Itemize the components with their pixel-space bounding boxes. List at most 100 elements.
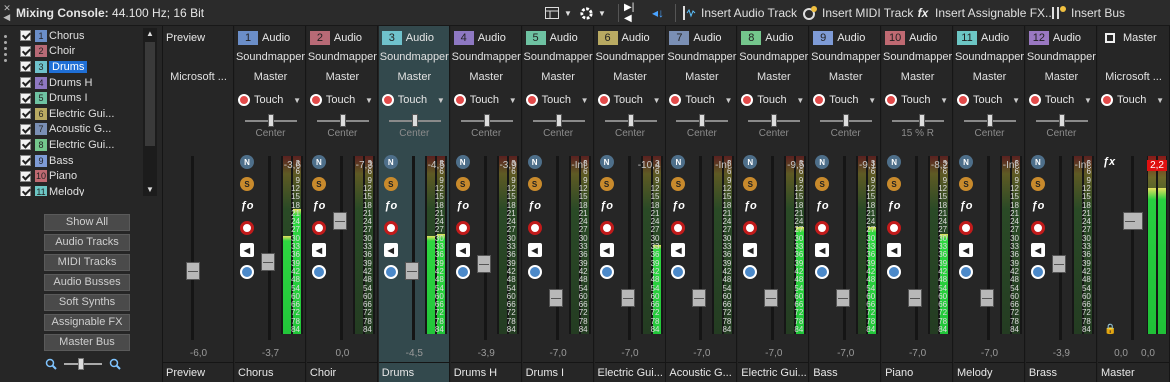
phase-icon[interactable] <box>527 265 542 279</box>
monitor-icon[interactable]: ◀ <box>527 243 542 257</box>
automation-mode[interactable]: Touch ▼ <box>669 92 735 108</box>
strip-header[interactable]: 10 Audio <box>885 30 951 45</box>
fader-handle[interactable] <box>980 289 994 307</box>
phase-icon[interactable] <box>743 265 758 279</box>
record-icon[interactable] <box>455 221 470 235</box>
record-icon[interactable] <box>1030 221 1045 235</box>
filter-button[interactable]: MIDI Tracks <box>44 254 130 271</box>
monitor-icon[interactable]: ◀ <box>959 243 973 257</box>
solo-icon[interactable]: S <box>599 177 614 191</box>
filter-button[interactable]: Show All <box>44 214 130 231</box>
output-selector[interactable]: Master <box>307 71 378 83</box>
fx-icon[interactable]: ƒo <box>600 199 614 213</box>
record-icon[interactable] <box>743 221 758 235</box>
automation-mode[interactable]: Touch ▼ <box>453 92 520 108</box>
fader-track[interactable] <box>915 156 919 340</box>
pan-slider[interactable] <box>388 114 441 127</box>
strip-header[interactable]: 5 Audio <box>525 30 592 45</box>
pan-slider[interactable] <box>1035 114 1088 127</box>
track-visible-checkbox[interactable] <box>20 186 31 196</box>
scroll-down-icon[interactable]: ▼ <box>143 184 157 196</box>
fader-handle[interactable] <box>1051 254 1066 273</box>
fx-icon[interactable]: ƒo <box>528 199 542 213</box>
pan-slider[interactable] <box>316 114 369 127</box>
fx-icon[interactable]: ƒo <box>384 199 398 213</box>
strip-name[interactable]: Electric Gui... <box>738 362 810 382</box>
strip-header[interactable]: 8 Audio <box>741 30 807 45</box>
output-selector[interactable]: Master <box>595 71 666 83</box>
fader-track[interactable] <box>339 156 343 340</box>
master-fader-handle[interactable] <box>1123 212 1143 230</box>
pan-slider[interactable] <box>532 114 585 127</box>
fader-track[interactable] <box>268 156 271 340</box>
solo-icon[interactable]: S <box>240 177 254 191</box>
output-selector[interactable]: Master <box>379 71 450 83</box>
solo-icon[interactable]: S <box>1030 177 1045 191</box>
input-selector[interactable]: Soundmapper <box>307 51 378 63</box>
input-selector[interactable]: Soundmapper <box>523 51 594 63</box>
monitor-icon[interactable]: ◀ <box>815 243 830 257</box>
strip-name[interactable]: Brass <box>1025 362 1097 382</box>
input-selector[interactable]: Soundmapper <box>882 51 953 63</box>
fx-icon[interactable]: ƒo <box>240 199 254 213</box>
settings-button[interactable]: ▼ <box>578 0 606 26</box>
phase-icon[interactable] <box>240 265 254 279</box>
track-list-item[interactable]: 9 Bass <box>20 153 142 169</box>
automation-mode[interactable]: Touch ▼ <box>957 92 1023 108</box>
pan-slider[interactable] <box>748 114 801 127</box>
fader-track[interactable] <box>411 156 415 340</box>
solo-icon[interactable]: S <box>959 177 973 191</box>
fader-track[interactable] <box>627 156 631 340</box>
pan-slider[interactable] <box>820 114 873 127</box>
automation-mode[interactable]: Touch ▼ <box>238 92 304 108</box>
track-list-item[interactable]: 5 Drums I <box>20 90 142 106</box>
strip-name[interactable]: Choir <box>306 362 378 382</box>
phase-icon[interactable] <box>671 265 686 279</box>
mute-icon[interactable]: N <box>240 155 254 169</box>
strip-name[interactable]: Melody <box>954 362 1025 382</box>
zoom-out-icon[interactable] <box>44 357 58 371</box>
insert-audio-track-button[interactable]: Insert Audio Track <box>681 0 797 26</box>
track-list-scrollbar[interactable]: ▲ ▼ <box>143 28 157 196</box>
phase-icon[interactable] <box>1030 265 1045 279</box>
fader-track[interactable] <box>843 156 847 340</box>
strip-name[interactable]: Piano <box>882 362 954 382</box>
mute-icon[interactable]: N <box>311 155 326 169</box>
record-icon[interactable] <box>527 221 542 235</box>
fader-track[interactable] <box>483 156 487 340</box>
record-icon[interactable] <box>240 221 254 235</box>
strip-name[interactable]: Bass <box>810 362 882 382</box>
track-visible-checkbox[interactable] <box>20 61 31 73</box>
phase-icon[interactable] <box>311 265 326 279</box>
scroll-up-icon[interactable]: ▲ <box>143 28 157 40</box>
automation-mode[interactable]: Touch ▼ <box>1028 92 1095 108</box>
input-selector[interactable]: Soundmapper <box>379 51 450 63</box>
track-list-item[interactable]: 7 Acoustic G... <box>20 122 142 138</box>
strip-header[interactable]: 12 Audio <box>1028 30 1095 45</box>
solo-icon[interactable]: S <box>311 177 326 191</box>
layout-menu-button[interactable]: ▼ <box>544 0 572 26</box>
strip-name[interactable]: Acoustic G... <box>666 362 738 382</box>
filter-button[interactable]: Soft Synths <box>44 294 130 311</box>
track-list-item[interactable]: 2 Choir <box>20 44 142 60</box>
mute-icon[interactable]: N <box>455 155 470 169</box>
track-list-item[interactable]: 10 Piano <box>20 168 142 184</box>
automation-mode[interactable]: Touch ▼ <box>381 92 448 108</box>
output-selector[interactable]: Master <box>666 71 737 83</box>
track-visible-checkbox[interactable] <box>20 30 31 42</box>
monitor-icon[interactable]: ◀ <box>671 243 686 257</box>
output-selector[interactable]: Master <box>810 71 881 83</box>
solo-icon[interactable]: S <box>743 177 758 191</box>
record-icon[interactable] <box>887 221 902 235</box>
input-selector[interactable]: Soundmapper <box>1026 51 1097 63</box>
track-list-item[interactable]: 3 Drums <box>20 59 142 75</box>
record-icon[interactable] <box>959 221 973 235</box>
strip-header[interactable]: 1 Audio <box>238 30 304 45</box>
input-selector[interactable]: Soundmapper <box>810 51 881 63</box>
record-icon[interactable] <box>671 221 686 235</box>
strip-header[interactable]: 3 Audio <box>381 30 448 45</box>
solo-icon[interactable]: S <box>527 177 542 191</box>
output-selector[interactable]: Master <box>523 71 594 83</box>
track-list-item[interactable]: 1 Chorus <box>20 28 142 44</box>
fader-handle[interactable] <box>620 289 635 307</box>
